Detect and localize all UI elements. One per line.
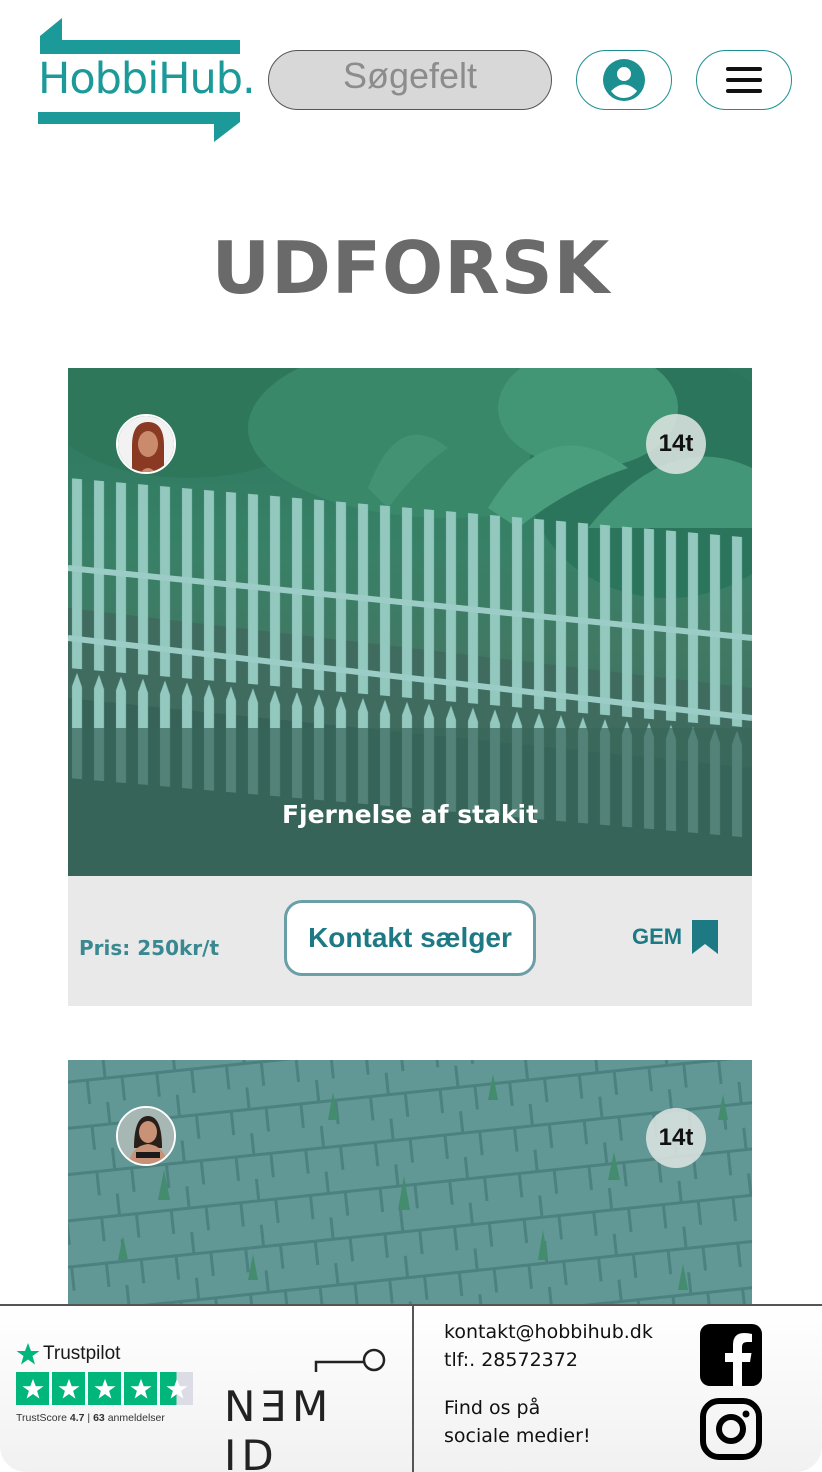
logo-text: HobbiHub. xyxy=(38,54,256,104)
user-profile-button[interactable] xyxy=(576,50,672,110)
contact-seller-button[interactable]: Kontakt sælger xyxy=(284,900,536,976)
key-icon xyxy=(314,1348,386,1372)
listing-price: Pris: 250kr/t xyxy=(79,936,220,960)
nemid-text: NƎM ID xyxy=(224,1382,334,1472)
listing-action-bar: Pris: 250kr/t Kontakt sælger GEM xyxy=(68,876,752,1006)
time-badge: 14t xyxy=(646,414,706,474)
trustpilot-star-icon xyxy=(16,1343,40,1365)
nemid-logo[interactable]: NƎM ID xyxy=(222,1346,392,1472)
save-label: GEM xyxy=(632,924,683,949)
contact-info: kontakt@hobbihub.dk tlf:. 28572372 xyxy=(444,1318,653,1374)
social-text: Find os på sociale medier! xyxy=(444,1397,591,1447)
seller-avatar[interactable] xyxy=(116,414,176,474)
search-input[interactable] xyxy=(268,50,552,110)
footer-divider xyxy=(412,1306,414,1472)
hobbihub-logo[interactable]: HobbiHub. xyxy=(34,16,256,144)
time-badge: 14t xyxy=(646,1108,706,1168)
facebook-icon[interactable] xyxy=(700,1324,762,1386)
hamburger-menu-icon xyxy=(726,67,762,93)
menu-button[interactable] xyxy=(696,50,792,110)
trustpilot-rating-stars xyxy=(16,1372,200,1405)
seller-avatar[interactable] xyxy=(116,1106,176,1166)
save-button[interactable]: GEM xyxy=(632,920,719,954)
instagram-icon[interactable] xyxy=(700,1398,762,1460)
listing-title: Fjernelse af stakit xyxy=(281,800,539,829)
trustpilot-brand: Trustpilot xyxy=(43,1343,121,1364)
bookmark-icon xyxy=(692,920,719,954)
trustscore: TrustScore 4.7 | 63 anmeldelser xyxy=(16,1412,165,1424)
contact-email[interactable]: kontakt@hobbihub.dk xyxy=(444,1318,653,1346)
trustpilot-widget[interactable]: Trustpilot TrustScore 4.7 | 63 anmeldels… xyxy=(16,1342,200,1424)
listing-card: 14t Fjernelse af stakit Pris: 250kr/t Ko… xyxy=(68,368,752,1006)
page-title: UDFORSK xyxy=(211,226,611,310)
contact-phone[interactable]: tlf:. 28572372 xyxy=(444,1346,653,1374)
user-icon xyxy=(603,59,645,101)
footer: Trustpilot TrustScore 4.7 | 63 anmeldels… xyxy=(0,1304,822,1472)
